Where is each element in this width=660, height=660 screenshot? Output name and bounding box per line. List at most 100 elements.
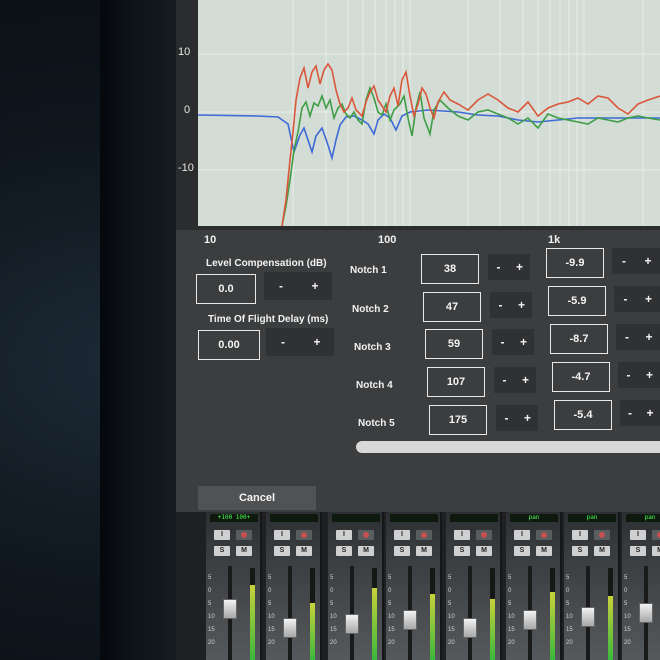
input-button[interactable]: I [454, 530, 470, 540]
fader-scale: 5 0 5 10 15 20 [330, 572, 337, 650]
input-button[interactable]: I [214, 530, 230, 540]
fader-scale: 5 0 5 10 15 20 [508, 572, 515, 650]
time-of-flight-decrement-button[interactable]: - [273, 335, 293, 349]
input-button[interactable]: I [336, 530, 352, 540]
input-button[interactable]: I [572, 530, 588, 540]
solo-button[interactable]: S [336, 546, 352, 556]
input-button[interactable]: I [274, 530, 290, 540]
record-button[interactable] [476, 530, 492, 540]
input-button[interactable]: I [630, 530, 646, 540]
notch-2-frequency-field[interactable]: 47 [423, 292, 481, 322]
notch-4-frequency-field[interactable]: 107 [427, 367, 485, 397]
level-compensation-decrement-button[interactable]: - [271, 279, 291, 293]
notch-3-frequency-field[interactable]: 59 [425, 329, 483, 359]
notch-4-frequency-decrement-button[interactable]: - [495, 373, 515, 387]
notch-5-frequency-increment-button[interactable]: + [518, 411, 538, 425]
channel-pan-display: pan [626, 514, 660, 522]
notch-4-frequency-increment-button[interactable]: + [516, 373, 536, 387]
monitor-bezel [100, 0, 180, 660]
fader-scale-tick: 5 [330, 575, 334, 581]
record-button[interactable] [236, 530, 252, 540]
level-compensation-increment-button[interactable]: + [305, 279, 325, 293]
input-button[interactable]: I [514, 530, 530, 540]
notch-2-frequency-decrement-button[interactable]: - [491, 298, 511, 312]
notch-3-gain-field[interactable]: -8.7 [550, 324, 608, 354]
record-button[interactable] [594, 530, 610, 540]
cancel-button[interactable]: Cancel [198, 486, 316, 510]
notch-1-frequency-increment-button[interactable]: + [510, 260, 530, 274]
notch-1-frequency-field[interactable]: 38 [421, 254, 479, 284]
notch-5-gain-increment-button[interactable]: + [640, 406, 660, 420]
mute-button[interactable]: M [652, 546, 660, 556]
solo-button[interactable]: S [394, 546, 410, 556]
mute-button[interactable]: M [476, 546, 492, 556]
notch-1-frequency-decrement-button[interactable]: - [489, 260, 509, 274]
scroll-slider[interactable] [356, 441, 660, 453]
plot-area[interactable] [197, 0, 660, 227]
notch-3-frequency-increment-button[interactable]: + [514, 335, 534, 349]
record-button[interactable] [536, 530, 552, 540]
notch-2-gain-field[interactable]: -5.9 [548, 286, 606, 316]
notch-4-gain-field[interactable]: -4.7 [552, 362, 610, 392]
fader-handle[interactable] [403, 610, 417, 630]
fader-handle[interactable] [283, 618, 297, 638]
mute-button[interactable]: M [296, 546, 312, 556]
record-button[interactable] [652, 530, 660, 540]
notch-2-frequency-stepper: - + [490, 292, 532, 318]
fader-track [468, 566, 472, 660]
mute-button[interactable]: M [536, 546, 552, 556]
mute-button[interactable]: M [594, 546, 610, 556]
level-meter [550, 568, 555, 660]
notch-3-frequency-decrement-button[interactable]: - [493, 335, 513, 349]
notch-2-frequency-increment-button[interactable]: + [512, 298, 532, 312]
record-button[interactable] [416, 530, 432, 540]
solo-button[interactable]: S [274, 546, 290, 556]
notch-5-frequency-decrement-button[interactable]: - [497, 411, 517, 425]
fader-handle[interactable] [639, 603, 653, 623]
channel-strip: I S M 5 0 5 10 15 20 [446, 512, 502, 660]
input-button[interactable]: I [394, 530, 410, 540]
fader-scale-tick: 5 [508, 575, 512, 581]
notch-5-gain-field[interactable]: -5.4 [554, 400, 612, 430]
solo-button[interactable]: S [630, 546, 646, 556]
fader-scale-tick: 10 [508, 614, 515, 620]
fader-scale-tick: 5 [330, 601, 334, 607]
notch-5-gain-stepper: - + [620, 400, 660, 426]
channel-strip: I S M 5 0 5 10 15 20 [266, 512, 322, 660]
notch-1-gain-increment-button[interactable]: + [638, 254, 658, 268]
notch-5-label: Notch 5 [358, 418, 395, 429]
fader-scale-tick: 10 [330, 614, 337, 620]
time-of-flight-field[interactable]: 0.00 [198, 330, 260, 360]
solo-button[interactable]: S [572, 546, 588, 556]
fader-scale-tick: 0 [388, 588, 392, 594]
fader-handle[interactable] [581, 607, 595, 627]
level-compensation-field[interactable]: 0.0 [196, 274, 256, 304]
notch-5-frequency-field[interactable]: 175 [429, 405, 487, 435]
notch-3-gain-increment-button[interactable]: + [639, 330, 659, 344]
fader-scale-tick: 5 [268, 601, 272, 607]
solo-button[interactable]: S [454, 546, 470, 556]
solo-button[interactable]: S [514, 546, 530, 556]
notch-2-gain-increment-button[interactable]: + [639, 292, 659, 306]
notch-4-gain-increment-button[interactable]: + [640, 368, 660, 382]
notch-2-gain-decrement-button[interactable]: - [616, 292, 636, 306]
mute-button[interactable]: M [236, 546, 252, 556]
fader-handle[interactable] [345, 614, 359, 634]
mute-button[interactable]: M [416, 546, 432, 556]
fader-scale-tick: 5 [508, 601, 512, 607]
notch-4-gain-decrement-button[interactable]: - [619, 368, 639, 382]
fader-scale-tick: 0 [508, 588, 512, 594]
fader-handle[interactable] [463, 618, 477, 638]
record-button[interactable] [296, 530, 312, 540]
record-button[interactable] [358, 530, 374, 540]
solo-button[interactable]: S [214, 546, 230, 556]
level-meter [490, 568, 495, 660]
notch-3-gain-decrement-button[interactable]: - [617, 330, 637, 344]
notch-1-gain-decrement-button[interactable]: - [614, 254, 634, 268]
mute-button[interactable]: M [358, 546, 374, 556]
fader-handle[interactable] [523, 610, 537, 630]
fader-handle[interactable] [223, 599, 237, 619]
notch-1-gain-field[interactable]: -9.9 [546, 248, 604, 278]
notch-5-gain-decrement-button[interactable]: - [620, 406, 640, 420]
time-of-flight-increment-button[interactable]: + [307, 335, 327, 349]
